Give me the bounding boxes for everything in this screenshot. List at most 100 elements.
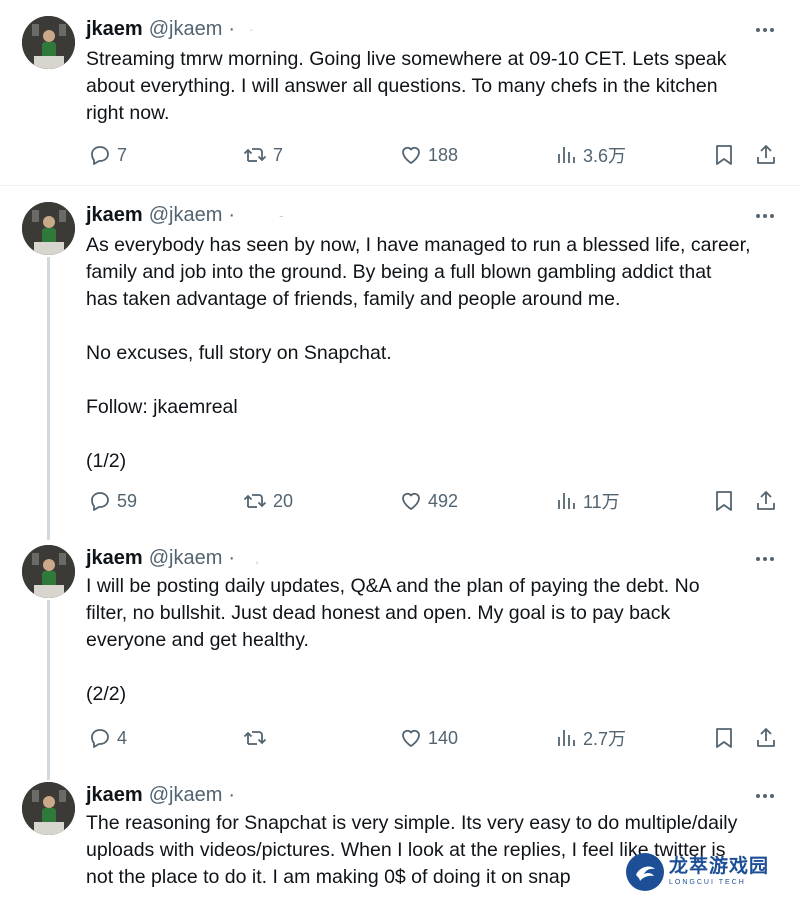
watermark-emblem-icon <box>626 853 664 891</box>
bookmark-button[interactable] <box>713 723 735 753</box>
avatar[interactable] <box>22 202 75 255</box>
share-icon <box>757 145 775 164</box>
view-count: 3.6万 <box>583 146 627 166</box>
separator-dot: · <box>228 546 236 569</box>
author-handle[interactable]: @jkaem <box>149 204 223 227</box>
timestamp[interactable]: · <box>249 21 254 37</box>
bookmark-button[interactable] <box>713 140 735 170</box>
author-handle[interactable]: @jkaem <box>149 784 223 807</box>
tweet-text: As everybody has seen by now, I have man… <box>86 232 786 475</box>
views-button[interactable]: 11万 <box>556 486 620 516</box>
watermark-text: 龙萃游戏园 LONGCUI TECH <box>669 856 769 888</box>
tweet-header: jkaem @jkaem · - <box>86 202 284 228</box>
separator-dot: · <box>228 17 236 40</box>
author-name[interactable]: jkaem <box>86 784 143 807</box>
avatar[interactable] <box>22 545 75 598</box>
tweet-text-line: about everything. I will answer all ques… <box>86 75 718 97</box>
like-button[interactable]: 188 <box>399 140 458 170</box>
tweet-text-line <box>86 367 786 394</box>
like-count: 188 <box>428 144 459 165</box>
views-button[interactable]: 2.7万 <box>556 723 626 753</box>
author-name[interactable]: jkaem <box>86 204 143 227</box>
tweet-text-line: right now. <box>86 102 170 124</box>
timestamp[interactable]: , <box>255 550 259 566</box>
reply-icon <box>91 146 109 165</box>
like-button[interactable]: 492 <box>399 486 458 516</box>
like-button[interactable]: 140 <box>399 723 458 753</box>
retweet-icon <box>243 731 267 745</box>
more-icon[interactable] <box>752 783 778 809</box>
retweet-count: 7 <box>273 144 284 165</box>
like-count: 140 <box>428 727 459 748</box>
reply-icon <box>91 729 109 748</box>
author-name[interactable]: jkaem <box>86 18 143 41</box>
author-handle[interactable]: @jkaem <box>149 547 223 570</box>
heart-icon <box>402 729 420 747</box>
retweet-button[interactable]: 20 <box>242 486 293 516</box>
retweet-icon <box>243 148 267 162</box>
tweet-text-line: No excuses, full story on Snapchat. <box>86 342 392 364</box>
author-handle[interactable]: @jkaem <box>149 18 223 41</box>
tweet-text-line: everyone and get healthy. <box>86 629 309 651</box>
avatar[interactable] <box>22 782 75 835</box>
tweet-header: jkaem @jkaem · , <box>86 545 259 571</box>
tweet-text-line: (2/2) <box>86 683 127 705</box>
more-icon[interactable] <box>752 17 778 43</box>
view-count: 11万 <box>583 492 620 512</box>
retweet-button[interactable] <box>242 723 273 753</box>
tweet-text-line: (1/2) <box>86 450 127 472</box>
tweet-text-line <box>86 421 786 448</box>
action-bar: 7 7 188 3.6万 <box>86 140 780 170</box>
action-bar: 59 20 492 11万 <box>86 486 780 516</box>
tweet-text-line: family and job into the ground. By being… <box>86 261 712 283</box>
like-count: 492 <box>428 490 459 511</box>
share-button[interactable] <box>754 723 778 753</box>
tweet-text-line: As everybody has seen by now, I have man… <box>86 234 751 256</box>
views-icon <box>558 147 575 163</box>
retweet-count: 20 <box>273 490 294 511</box>
tweet-header: jkaem @jkaem · <box>86 782 235 808</box>
reply-button[interactable]: 59 <box>88 486 137 516</box>
reply-count: 59 <box>117 490 138 511</box>
tweet-3[interactable]: jkaem @jkaem · , I will be posting daily… <box>0 529 800 769</box>
tweet-text: I will be posting daily updates, Q&A and… <box>86 573 786 708</box>
action-bar: 4 140 2.7万 <box>86 723 780 753</box>
retweet-icon <box>243 494 267 508</box>
reply-count: 7 <box>117 144 128 165</box>
tweet-text-line: Streaming tmrw morning. Going live somew… <box>86 48 727 70</box>
reply-button[interactable]: 7 <box>88 140 127 170</box>
separator-dot: · <box>228 783 236 806</box>
more-icon[interactable] <box>752 203 778 229</box>
retweet-button[interactable]: 7 <box>242 140 283 170</box>
share-icon <box>757 728 775 747</box>
tweet-header: jkaem @jkaem · · <box>86 16 254 42</box>
tweet-text-line: I will be posting daily updates, Q&A and… <box>86 575 700 597</box>
views-button[interactable]: 3.6万 <box>556 140 626 170</box>
reply-icon <box>91 492 109 511</box>
bookmark-button[interactable] <box>713 486 735 516</box>
share-button[interactable] <box>754 486 778 516</box>
watermark-cn: 龙萃游戏园 <box>669 856 770 877</box>
tweet-text-line <box>86 313 786 340</box>
share-button[interactable] <box>754 140 778 170</box>
tweet-text-line: The reasoning for Snapchat is very simpl… <box>86 812 738 834</box>
tweet-2[interactable]: jkaem @jkaem · - As everybody has seen b… <box>0 186 800 531</box>
reply-button[interactable]: 4 <box>88 723 127 753</box>
tweet-text-line: has taken advantage of friends, family a… <box>86 288 621 310</box>
more-icon[interactable] <box>752 546 778 572</box>
bookmark-icon <box>716 145 732 165</box>
view-count: 2.7万 <box>583 729 627 749</box>
share-icon <box>757 491 775 510</box>
tweet-text: Streaming tmrw morning. Going live somew… <box>86 46 786 127</box>
reply-count: 4 <box>117 727 128 748</box>
avatar[interactable] <box>22 16 75 69</box>
bookmark-icon <box>716 491 732 511</box>
views-icon <box>558 493 575 509</box>
bookmark-icon <box>716 728 732 748</box>
tweet-1[interactable]: jkaem @jkaem · · Streaming tmrw morning.… <box>0 0 800 185</box>
separator-dot: · <box>228 203 236 226</box>
heart-icon <box>402 492 420 510</box>
tweet-text-line: filter, no bullshit. Just dead honest an… <box>86 602 671 624</box>
author-name[interactable]: jkaem <box>86 547 143 570</box>
timestamp[interactable]: - <box>279 207 284 223</box>
